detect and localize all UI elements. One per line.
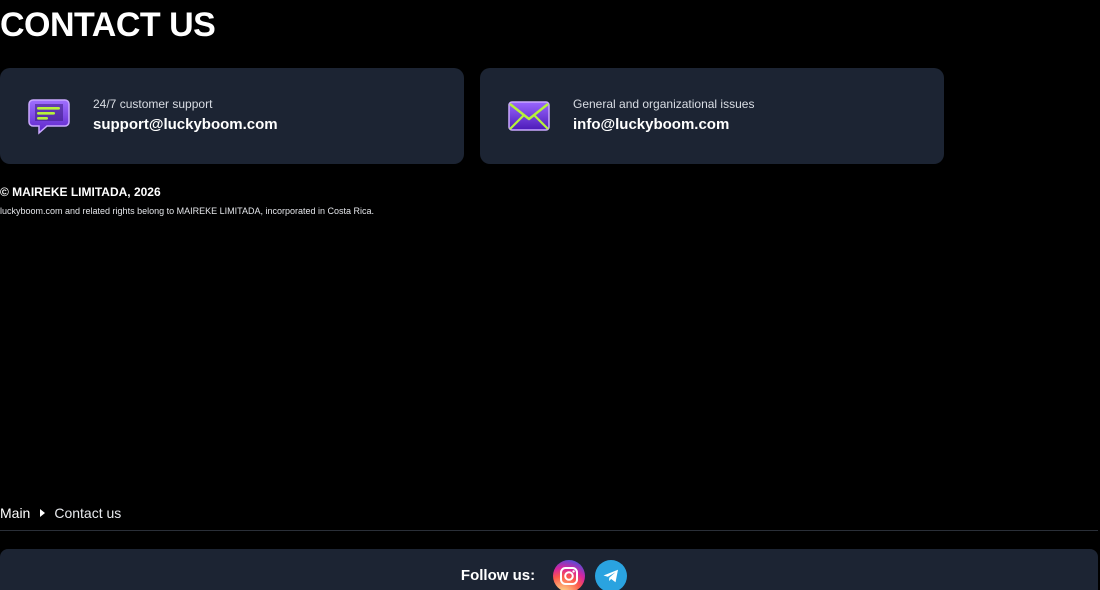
- breadcrumb-main-link[interactable]: Main: [0, 503, 30, 523]
- legal-notice: © MAIREKE LIMITADA, 2026 luckyboom.com a…: [0, 184, 374, 218]
- info-email-link[interactable]: info@luckyboom.com: [573, 114, 754, 136]
- support-caption: 24/7 customer support: [93, 97, 213, 111]
- breadcrumb-current: Contact us: [54, 505, 122, 521]
- rights-text: luckyboom.com and related rights belong …: [0, 206, 375, 216]
- contact-cards: 24/7 customer support support@luckyboom.…: [0, 68, 944, 164]
- support-contact-card: 24/7 customer support support@luckyboom.…: [0, 68, 464, 164]
- follow-us-label: Follow us:: [460, 567, 536, 584]
- breadcrumb: Main Contact us: [0, 503, 121, 523]
- info-caption: General and organizational issues: [573, 97, 755, 111]
- copyright-text: © MAIREKE LIMITADA, 2026: [0, 185, 161, 199]
- page-title: CONTACT US: [0, 6, 216, 44]
- chat-bubble-icon: [27, 94, 71, 138]
- telegram-icon[interactable]: [595, 560, 628, 590]
- chevron-right-icon: [40, 509, 46, 517]
- support-email-link[interactable]: support@luckyboom.com: [93, 114, 278, 136]
- footer-divider: [0, 530, 1098, 531]
- info-contact-card: General and organizational issues info@l…: [480, 68, 944, 164]
- instagram-icon[interactable]: [553, 560, 586, 590]
- envelope-icon: [507, 94, 551, 138]
- follow-us-bar: Follow us:: [0, 549, 1098, 590]
